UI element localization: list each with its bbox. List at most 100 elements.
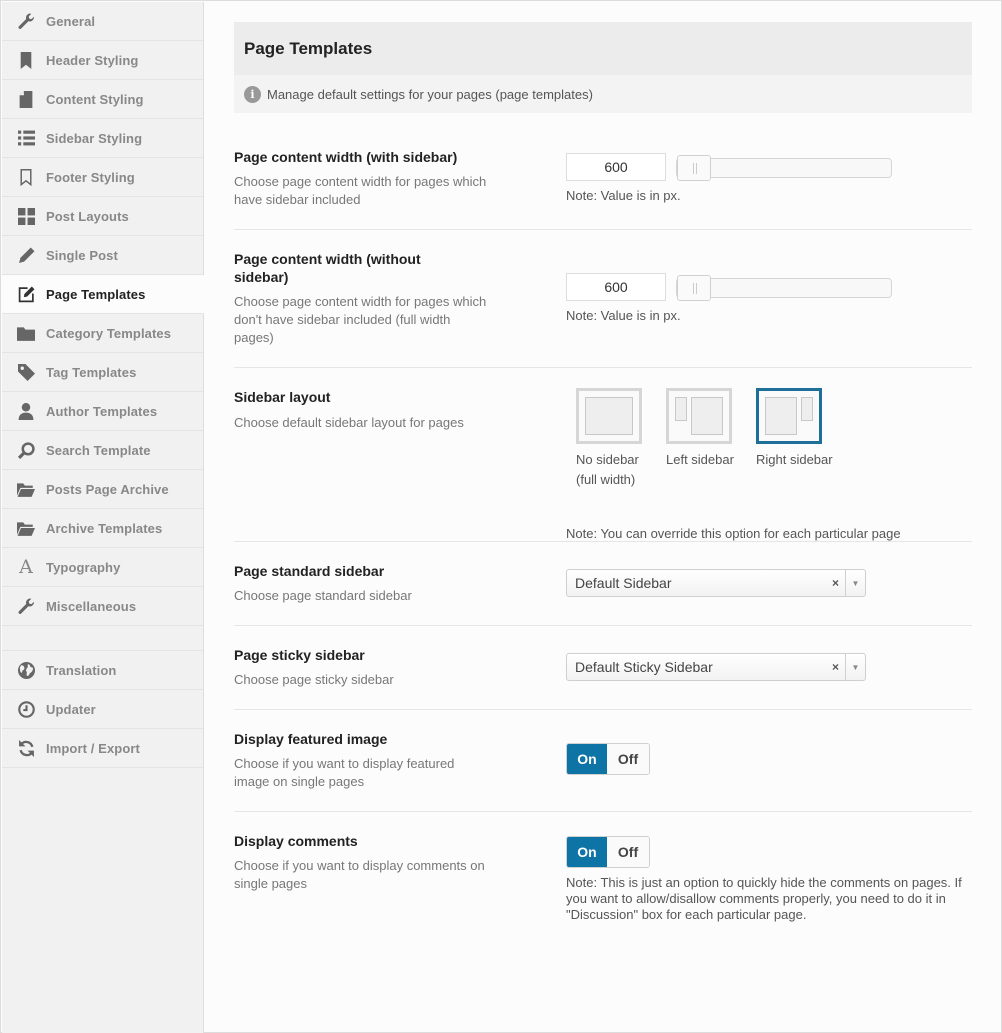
sidebar-item-post-layouts[interactable]: Post Layouts [2,197,203,236]
chevron-down-icon[interactable]: ▼ [845,570,865,596]
sidebar-item-miscellaneous[interactable]: Miscellaneous [2,587,203,626]
width-nosidebar-slider[interactable] [676,275,892,301]
sidebar-item-label: Archive Templates [46,520,163,536]
globe-icon [16,660,36,680]
user-icon [16,401,36,421]
sidebar-item-footer-styling[interactable]: Footer Styling [2,158,203,197]
toggle-off-button[interactable]: Off [607,837,649,867]
sidebar-item-label: Footer Styling [46,169,135,185]
sidebar-item-single-post[interactable]: Single Post [2,236,203,275]
panel-info-text: Manage default settings for your pages (… [267,86,593,102]
sidebar-item-translation[interactable]: Translation [2,651,203,690]
sidebar-item-posts-page-archive[interactable]: Posts Page Archive [2,470,203,509]
info-icon: i [244,85,261,103]
sidebar-item-label: Post Layouts [46,208,129,224]
sidebar-item-search-template[interactable]: Search Template [2,431,203,470]
layout-note: Note: You can override this option for e… [566,526,901,541]
setting-title: Page content width (with sidebar) [234,149,458,165]
featured-image-toggle: On Off [566,743,650,775]
sidebar-item-sidebar-styling[interactable]: Sidebar Styling [2,119,203,158]
setting-description: Choose page standard sidebar [234,588,412,603]
pencil-icon [16,245,36,265]
search-icon [16,440,36,460]
setting-row-featured-image: Display featured image Choose if you wan… [234,710,972,812]
select-value: Default Sticky Sidebar [575,659,713,675]
slider-handle[interactable] [677,275,711,301]
sidebar-item-label: Content Styling [46,91,144,107]
folder-icon [16,323,36,343]
sidebar-item-label: Tag Templates [46,364,137,380]
setting-description: Choose page content width for pages whic… [234,294,487,345]
clear-icon[interactable]: × [832,576,839,590]
sidebar-item-label: Translation [46,662,117,678]
layout-option-no-sidebar[interactable]: No sidebar (full width) [576,388,666,490]
layout-option-label: No sidebar (full width) [576,452,639,487]
comments-toggle: On Off Note: This is just an option to q… [566,836,972,923]
sidebar-item-label: Posts Page Archive [46,481,169,497]
layout-option-label: Right sidebar [756,452,833,467]
grid-icon [16,206,36,226]
setting-title: Display comments [234,833,358,849]
font-icon: A [19,556,33,578]
sidebar-item-tag-templates[interactable]: Tag Templates [2,353,203,392]
width-sidebar-input[interactable]: 600 [566,153,666,181]
sidebar-divider [2,626,203,651]
sidebar-item-label: Miscellaneous [46,598,137,614]
setting-row-width-sidebar: Page content width (with sidebar) Choose… [234,113,972,230]
right-sidebar-layout-icon [756,388,822,444]
sidebar-item-typography[interactable]: A Typography [2,548,203,587]
edit-icon [16,284,36,304]
setting-title: Display featured image [234,731,388,747]
sidebar-item-author-templates[interactable]: Author Templates [2,392,203,431]
left-sidebar-layout-icon [666,388,732,444]
layout-option-label: Left sidebar [666,452,734,467]
setting-row-comments: Display comments Choose if you want to d… [234,812,972,942]
sidebar-item-page-templates[interactable]: Page Templates [2,275,204,314]
layout-option-left-sidebar[interactable]: Left sidebar [666,388,756,470]
folder-open-icon [16,518,36,538]
width-control: 600 Note: Value is in px. [566,153,892,204]
main-panel: Page Templates i Manage default settings… [234,22,972,922]
sidebar-item-category-templates[interactable]: Category Templates [2,314,203,353]
width-sidebar-slider[interactable] [676,155,892,181]
width-control: 600 Note: Value is in px. [566,273,892,324]
standard-sidebar-select[interactable]: Default Sidebar × ▼ [566,569,866,597]
sidebar-item-label: Author Templates [46,403,158,419]
sidebar-item-label: General [46,13,96,29]
layout-picker: No sidebar (full width) Left sidebar Rig… [566,388,966,541]
sidebar-item-content-styling[interactable]: Content Styling [2,80,203,119]
slider-handle[interactable] [677,155,711,181]
sidebar-item-label: Category Templates [46,325,172,341]
layout-option-right-sidebar[interactable]: Right sidebar [756,388,846,470]
sidebar-item-import-export[interactable]: Import / Export [2,729,203,768]
width-nosidebar-input[interactable]: 600 [566,273,666,301]
sidebar-item-label: Updater [46,701,96,717]
page-title: Page Templates [244,39,373,58]
folder-open-icon [16,479,36,499]
chevron-down-icon[interactable]: ▼ [845,654,865,680]
sidebar-item-archive-templates[interactable]: Archive Templates [2,509,203,548]
setting-description: Choose if you want to display comments o… [234,858,485,891]
setting-title: Page content width (without sidebar) [234,251,421,285]
sidebar-item-label: Import / Export [46,740,140,756]
sticky-sidebar-select[interactable]: Default Sticky Sidebar × ▼ [566,653,866,681]
toggle-off-button[interactable]: Off [607,744,649,774]
settings-sidebar: General Header Styling Content Styling Side… [2,2,204,1033]
toggle-on-button[interactable]: On [567,744,607,774]
sidebar-item-updater[interactable]: Updater [2,690,203,729]
setting-row-sticky-sidebar: Page sticky sidebar Choose page sticky s… [234,626,972,710]
sidebar-item-general[interactable]: General [2,2,203,41]
sidebar-item-header-styling[interactable]: Header Styling [2,41,203,80]
width-note: Note: Value is in px. [566,188,681,203]
select-value: Default Sidebar [575,575,672,591]
toggle-on-button[interactable]: On [567,837,607,867]
panel-info: i Manage default settings for your pages… [234,75,972,113]
clear-icon[interactable]: × [832,660,839,674]
setting-row-width-nosidebar: Page content width (without sidebar) Cho… [234,230,972,368]
sidebar-item-label: Typography [46,559,121,575]
setting-title: Page sticky sidebar [234,647,365,663]
sidebar-item-label: Single Post [46,247,118,263]
setting-description: Choose page sticky sidebar [234,672,394,687]
document-icon [16,89,36,109]
bookmark-outline-icon [16,167,36,187]
